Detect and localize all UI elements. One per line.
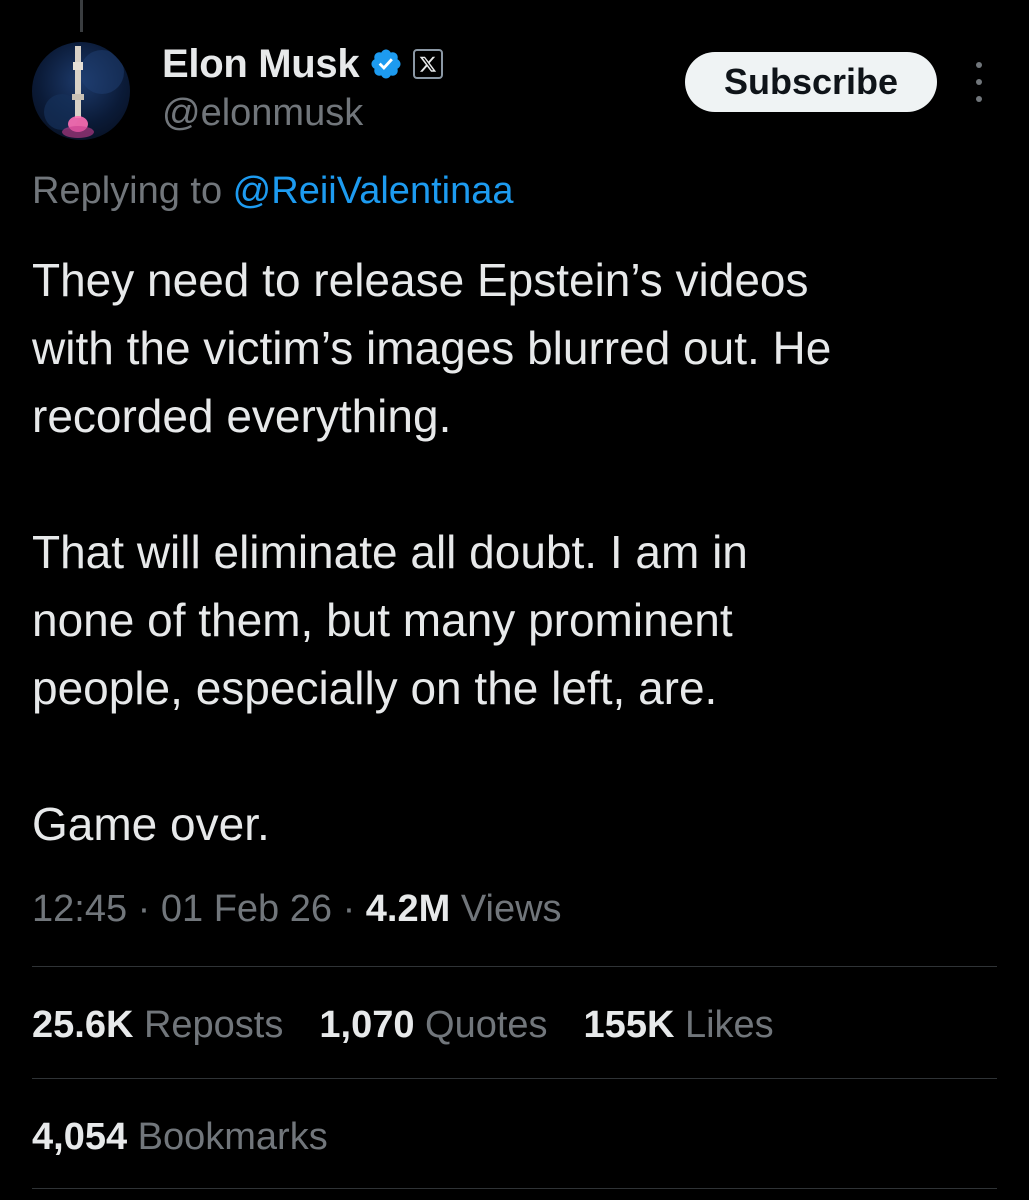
x-logo-icon [413,49,444,79]
verified-badge-icon[interactable] [369,47,403,81]
bookmarks-label: Bookmarks [127,1116,328,1158]
tweet-paragraph: That will eliminate all doubt. I am in n… [32,526,748,714]
author-handle[interactable]: @elonmusk [162,92,363,135]
divider [32,966,997,967]
rocket-avatar-icon [44,46,124,138]
quotes-count: 1,070 [319,1004,415,1046]
author-name-row: Elon Musk [162,40,444,88]
divider [32,1188,997,1189]
replying-to-line: Replying to @ReiiValentinaa [32,170,513,213]
reposts-stat[interactable]: 25.6K Reposts [32,1004,283,1047]
tweet-time[interactable]: 12:45 [32,888,127,930]
tweet-paragraph: Game over. [32,798,270,850]
divider [32,1078,997,1079]
meta-separator: · [332,888,366,930]
tweet-body: They need to release Epstein’s videos wi… [32,246,992,858]
more-vertical-icon[interactable] [964,62,994,102]
quotes-stat[interactable]: 1,070 Quotes [319,1004,547,1047]
subscribe-button[interactable]: Subscribe [685,52,937,112]
quotes-label: Quotes [414,1004,548,1046]
author-display-name[interactable]: Elon Musk [162,42,360,87]
reposts-count: 25.6K [32,1004,134,1046]
views-label: Views [450,888,562,930]
reply-mention-link[interactable]: @ReiiValentinaa [233,170,514,212]
tweet-meta: 12:45 · 01 Feb 26 · 4.2M Views [32,888,562,931]
tweet-date[interactable]: 01 Feb 26 [161,888,332,930]
bookmarks-stat[interactable]: 4,054 Bookmarks [32,1116,328,1159]
reposts-label: Reposts [133,1004,284,1046]
tweet-paragraph: They need to release Epstein’s videos wi… [32,254,832,442]
views-count: 4.2M [365,888,451,930]
replying-to-label: Replying to [32,170,233,212]
thread-connector-line [80,0,83,32]
engagement-stats: 25.6K Reposts 1,070 Quotes 155K Likes [32,1004,774,1047]
likes-label: Likes [674,1004,774,1046]
bookmarks-count: 4,054 [32,1116,128,1158]
meta-separator: · [127,888,161,930]
likes-count: 155K [583,1004,675,1046]
likes-stat[interactable]: 155K Likes [584,1004,774,1047]
avatar[interactable] [32,42,130,140]
